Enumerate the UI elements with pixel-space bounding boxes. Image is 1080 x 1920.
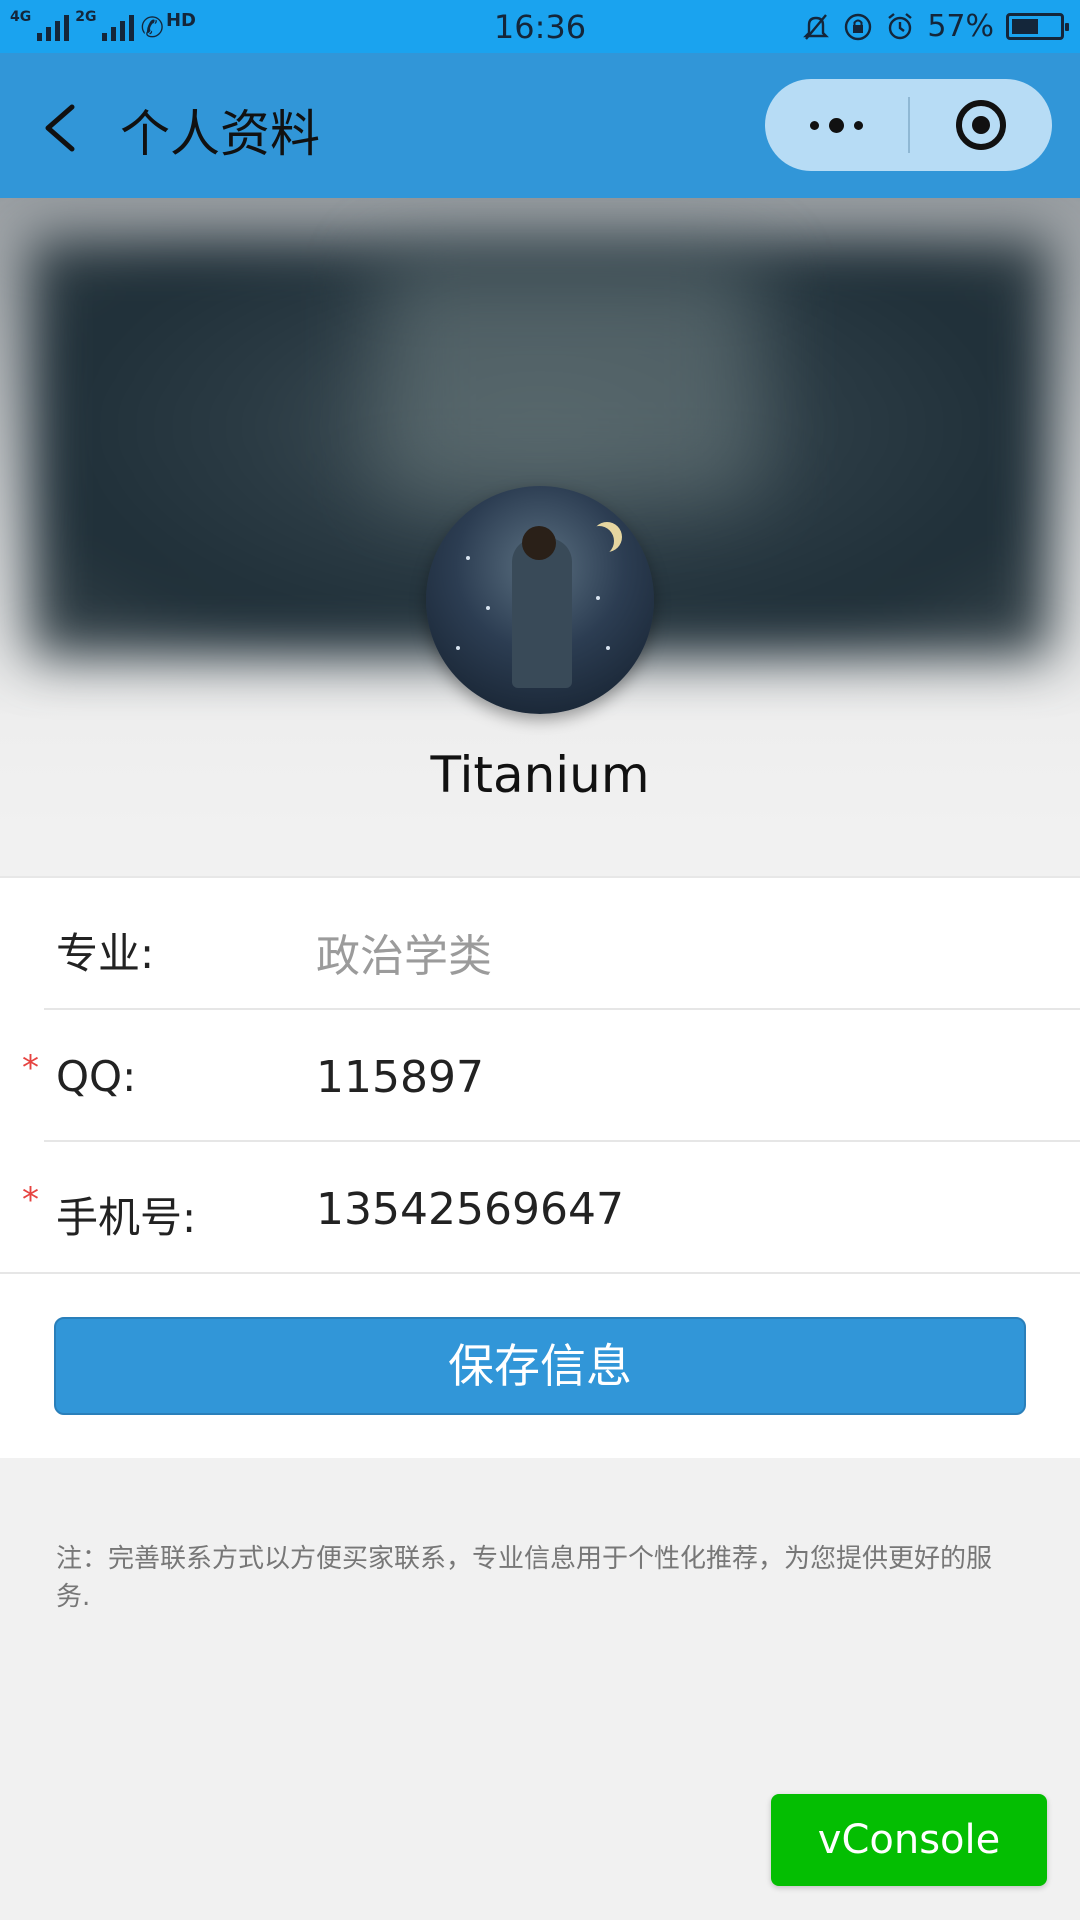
status-bar: 4G 2G ✆ HD 16:36 57% — [0, 0, 1080, 53]
avatar-star — [456, 646, 460, 650]
target-circle-icon[interactable] — [954, 98, 1008, 152]
battery-percent: 57% — [927, 9, 994, 44]
major-field[interactable]: 政治学类 — [316, 920, 492, 984]
footnote: 注：完善联系方式以方便买家联系，专业信息用于个性化推荐，为您提供更好的服务. — [56, 1544, 993, 1612]
avatar-star — [596, 596, 600, 600]
save-button[interactable]: 保存信息 — [54, 1317, 1026, 1415]
more-dots-icon[interactable] — [765, 79, 908, 171]
qq-field[interactable]: 115897 — [316, 1052, 484, 1103]
phone-field[interactable]: 13542569647 — [316, 1184, 624, 1235]
username: Titanium — [430, 746, 650, 804]
form-row-phone[interactable]: * 手机号: 13542569647 — [0, 1142, 1080, 1274]
rotation-lock-icon — [845, 13, 872, 40]
page-title: 个人资料 — [120, 105, 320, 163]
mute-bell-icon — [803, 13, 830, 40]
major-label: 专业: — [56, 929, 155, 978]
avatar-figure-head — [522, 526, 556, 560]
capsule-divider — [908, 97, 910, 153]
nav-bar: 个人资料 — [0, 53, 1080, 198]
avatar-star — [486, 606, 490, 610]
avatar[interactable] — [426, 486, 654, 714]
qq-label: QQ: — [56, 1052, 137, 1101]
phone-label: 手机号: — [56, 1193, 197, 1242]
status-icons: 57% — [801, 9, 1069, 44]
row-divider — [0, 1272, 1080, 1274]
miniprogram-capsule — [765, 79, 1052, 171]
blurred-cover-highlight — [380, 258, 760, 498]
battery-fill — [1012, 19, 1038, 34]
profile-form: 专业: 政治学类 * QQ: 115897 * 手机号: 13542569647… — [0, 876, 1080, 1458]
vconsole-button[interactable]: vConsole — [771, 1794, 1047, 1886]
required-mark: * — [22, 1048, 39, 1088]
alarm-icon — [888, 12, 913, 39]
avatar-moon — [584, 526, 614, 556]
form-row-qq[interactable]: * QQ: 115897 — [0, 1010, 1080, 1142]
profile-header: Titanium — [0, 198, 1080, 830]
avatar-star — [606, 646, 610, 650]
battery-icon — [1006, 13, 1069, 40]
chevron-left-icon[interactable] — [36, 93, 92, 163]
required-mark: * — [22, 1180, 39, 1220]
avatar-figure — [512, 538, 572, 688]
form-row-major[interactable]: 专业: 政治学类 — [0, 878, 1080, 1010]
avatar-star — [466, 556, 470, 560]
